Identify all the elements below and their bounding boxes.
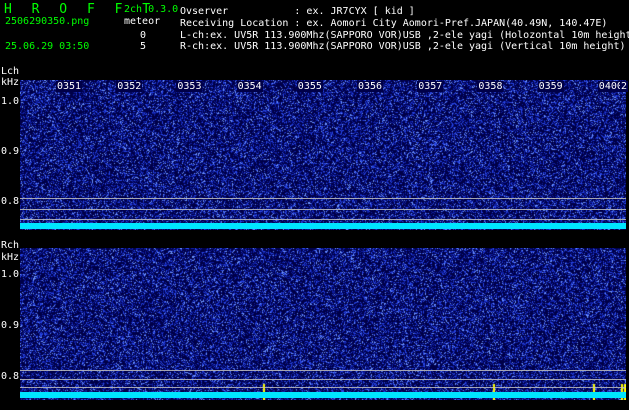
rch-unit: kHz — [1, 252, 20, 263]
filename: 2506290350.png — [5, 16, 90, 27]
rch-ref-line — [20, 387, 626, 388]
observer-line: Ovserver : ex. JR7CYX [ kid ] — [180, 6, 415, 17]
time-label: 0359 — [537, 81, 564, 92]
lch-unit: kHz — [1, 77, 20, 88]
rch-ref-line — [20, 379, 626, 380]
rch-label: Rch — [1, 240, 20, 251]
time-label: 0356 — [357, 81, 384, 92]
rch-ref-line — [20, 370, 626, 371]
rch-ytick: 1.0 — [1, 269, 20, 280]
lch-spectrogram — [20, 80, 626, 230]
lch-ytick: 0.8 — [1, 196, 20, 207]
meteor-count-l: 0 — [140, 30, 147, 41]
rch-spectrogram — [20, 248, 626, 400]
lch-ytick: 0.9 — [1, 146, 20, 157]
time-label: 0355 — [296, 81, 323, 92]
mode-label: 2ch 0.3.0 — [124, 4, 179, 15]
lch-ref-line — [20, 209, 626, 210]
rch-ytick: 0.8 — [1, 371, 20, 382]
time-label: 2 — [620, 81, 629, 92]
time-label: 0353 — [176, 81, 203, 92]
lch-ref-line — [20, 198, 626, 199]
time-label: 0352 — [116, 81, 143, 92]
lch-label: Lch — [1, 66, 20, 77]
meteor-label: meteor — [124, 16, 161, 27]
location-line: Receiving Location : ex. Aomori City Aom… — [180, 18, 608, 29]
rch-noise-canvas — [20, 248, 626, 400]
time-label: 0354 — [236, 81, 263, 92]
meteor-count-r: 5 — [140, 41, 147, 52]
time-label: 0358 — [477, 81, 504, 92]
rch-info-line: R-ch:ex. UV5R 113.900Mhz(SAPPORO VOR)USB… — [180, 41, 626, 52]
lch-noise-canvas — [20, 80, 626, 230]
time-label: 0351 — [56, 81, 83, 92]
lch-info-line: L-ch:ex. UV5R 113.900Mhz(SAPPORO VOR)USB… — [180, 30, 629, 41]
datetime: 25.06.29 03:50 — [5, 41, 90, 52]
rch-baseline — [20, 392, 626, 398]
lch-ytick: 1.0 — [1, 96, 20, 107]
lch-ref-line — [20, 219, 626, 220]
lch-baseline — [20, 223, 626, 229]
rch-ytick: 0.9 — [1, 320, 20, 331]
time-label: 0357 — [417, 81, 444, 92]
